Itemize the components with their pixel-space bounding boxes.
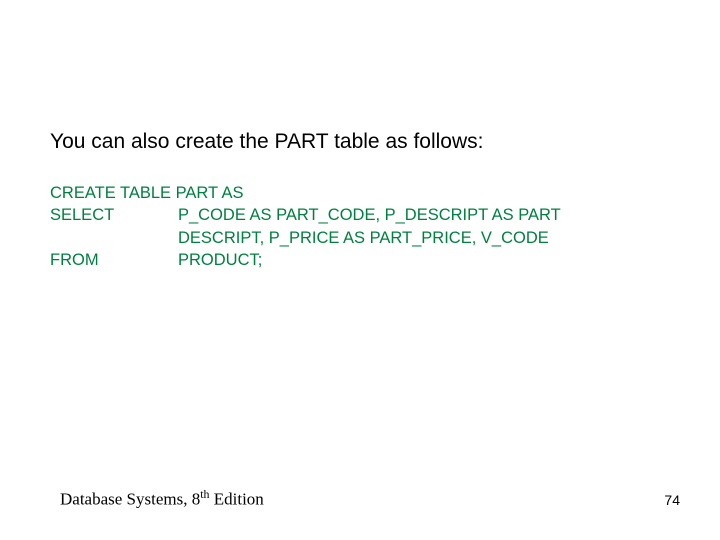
sql-select-row-2: DESCRIPT, P_PRICE AS PART_PRICE, V_CODE (50, 227, 670, 249)
sql-create-line: CREATE TABLE PART AS (50, 182, 670, 204)
sql-select-body-line2: DESCRIPT, P_PRICE AS PART_PRICE, V_CODE (178, 227, 670, 249)
book-reference: Database Systems, 8th Edition (60, 487, 264, 510)
sql-from-body: PRODUCT; (178, 249, 670, 271)
slide-content: You can also create the PART table as fo… (50, 130, 670, 271)
intro-text: You can also create the PART table as fo… (50, 130, 670, 154)
page-number: 74 (664, 492, 680, 508)
sql-code-block: CREATE TABLE PART AS SELECT P_CODE AS PA… (50, 182, 670, 271)
sql-select-keyword: SELECT (50, 204, 178, 226)
slide-footer: Database Systems, 8th Edition 74 (60, 487, 680, 510)
sql-from-row: FROM PRODUCT; (50, 249, 670, 271)
book-title-prefix: Database Systems, 8 (60, 490, 200, 509)
book-title-suffix: Edition (209, 490, 263, 509)
sql-blank-keyword (50, 227, 178, 249)
sql-select-row: SELECT P_CODE AS PART_CODE, P_DESCRIPT A… (50, 204, 670, 226)
sql-from-keyword: FROM (50, 249, 178, 271)
sql-select-body-line1: P_CODE AS PART_CODE, P_DESCRIPT AS PART (178, 204, 670, 226)
